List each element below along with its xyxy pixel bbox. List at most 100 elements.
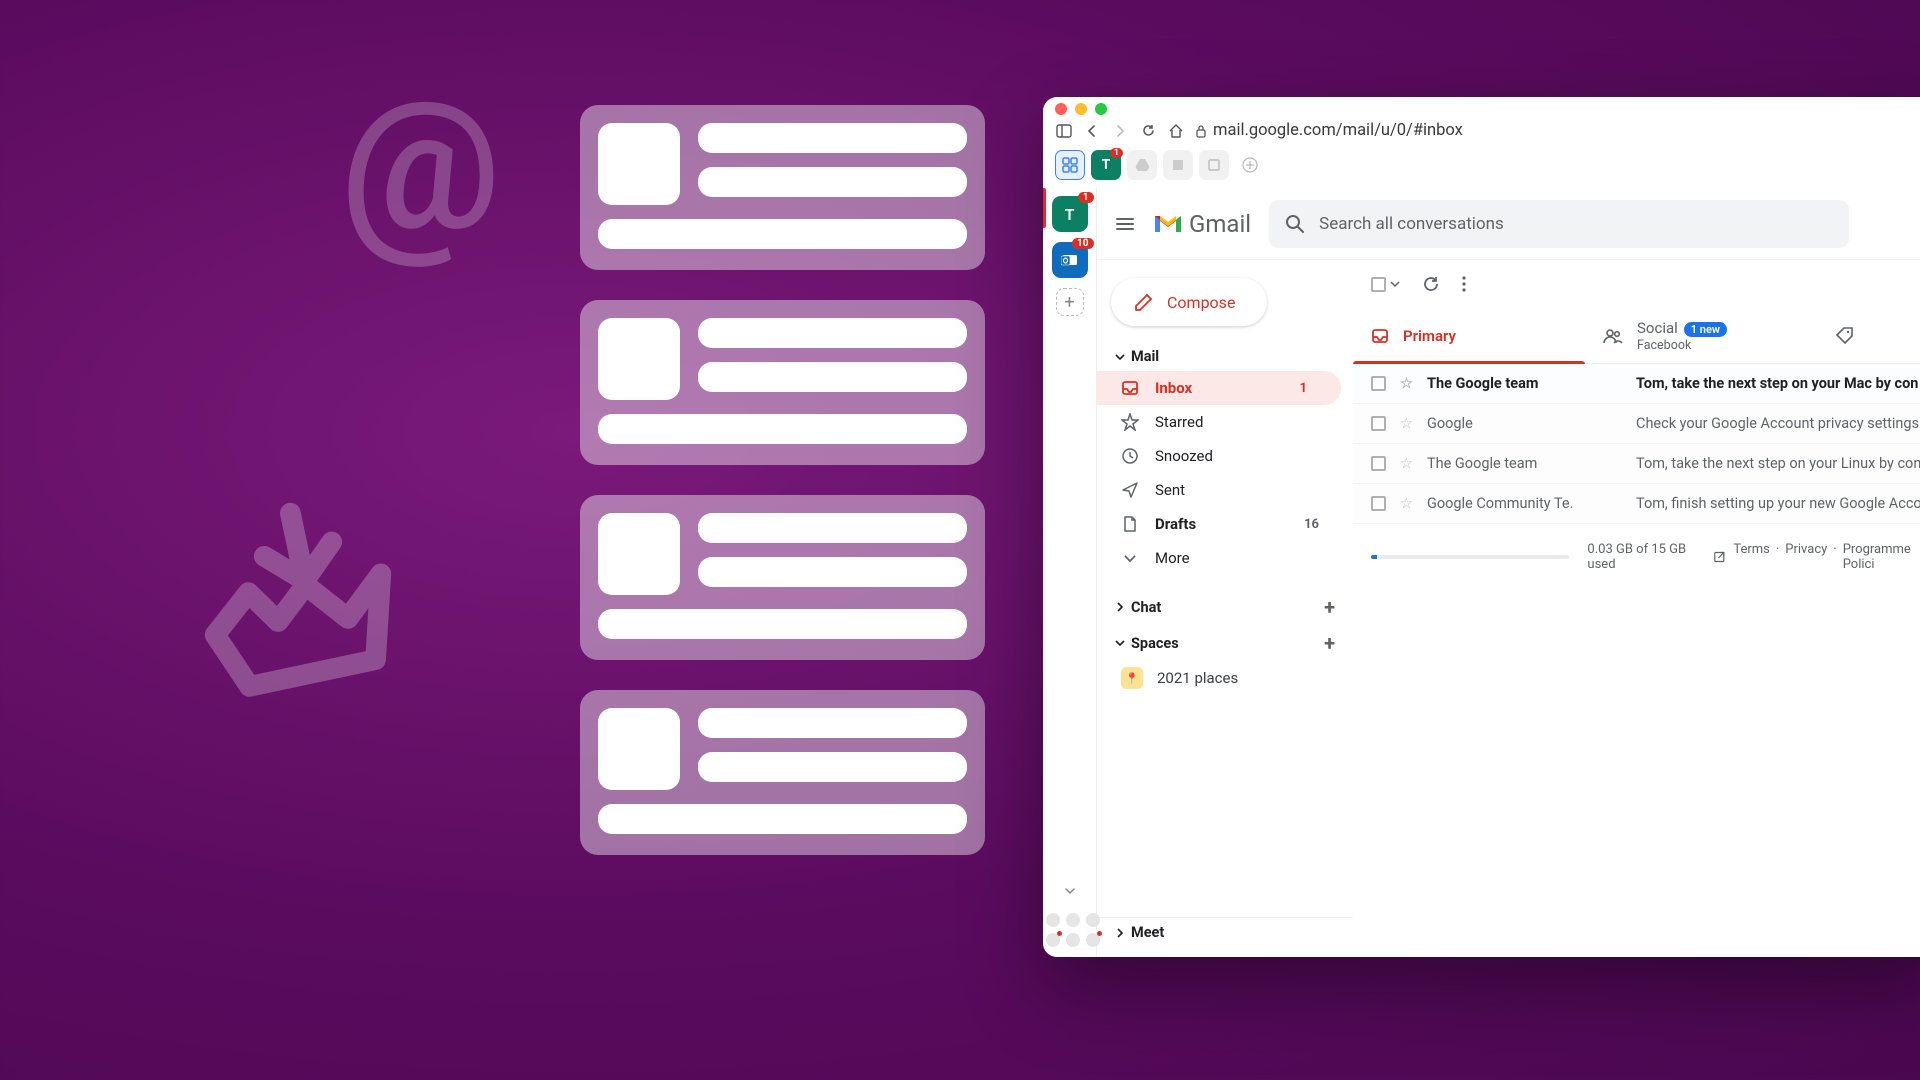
rail-collapse-icon[interactable] [1064, 887, 1076, 895]
message-card-stack [580, 105, 985, 855]
browser-tab-generic-1[interactable] [1163, 150, 1193, 180]
chat-section-label: Chat [1131, 599, 1161, 616]
rail-bottom-tools [1046, 913, 1094, 957]
nav-sent[interactable]: Sent [1097, 473, 1353, 507]
browser-tab-team[interactable]: T 1 [1091, 150, 1121, 180]
mail-section-header[interactable]: Mail [1097, 342, 1353, 371]
menu-icon[interactable] [1115, 214, 1135, 234]
clock-icon [1121, 447, 1139, 465]
email-sender: The Google team [1427, 455, 1622, 472]
email-subject: Tom, take the next step on your Linux by… [1636, 455, 1920, 472]
email-row[interactable]: ☆The Google teamTom, take the next step … [1353, 364, 1920, 404]
star-icon[interactable]: ☆ [1400, 375, 1413, 392]
rail-tool-2[interactable] [1066, 913, 1080, 927]
url-bar[interactable]: mail.google.com/mail/u/0/#inbox [1195, 121, 1463, 140]
at-sign-decoration: @ [340, 60, 501, 271]
spaces-add-button[interactable]: + [1324, 631, 1335, 655]
chevron-right-icon [1115, 928, 1125, 938]
star-icon[interactable]: ☆ [1400, 495, 1413, 512]
chevron-right-icon [1115, 602, 1125, 612]
meet-section-header[interactable]: Meet [1097, 917, 1353, 947]
nav-label: Drafts [1155, 515, 1196, 533]
rail-item-badge: 10 [1072, 238, 1093, 249]
email-row[interactable]: ☆ The Google team Tom, take the next step … [1353, 444, 1920, 484]
email-row[interactable]: ☆GoogleCheck your Google Account privacy… [1353, 404, 1920, 444]
send-icon [1121, 481, 1139, 499]
inbox-decoration-icon [188, 490, 418, 720]
rail-tool-1[interactable] [1046, 913, 1060, 927]
browser-tab-apps[interactable] [1055, 150, 1085, 180]
storage-footer: 0.03 GB of 15 GB used Terms· Privacy· Pr… [1353, 524, 1920, 590]
sidebar-toggle-icon[interactable] [1055, 122, 1073, 140]
window-titlebar [1043, 97, 1920, 111]
search-bar[interactable]: Search all conversations [1269, 200, 1849, 248]
nav-more[interactable]: More [1097, 541, 1353, 575]
email-sender: Google Community Te. [1427, 495, 1622, 512]
gmail-logo-icon [1153, 212, 1183, 236]
tag-icon [1835, 326, 1855, 346]
nav-label: More [1155, 549, 1190, 567]
rail-tool-4[interactable] [1046, 933, 1060, 947]
reload-button[interactable] [1139, 122, 1157, 140]
rail-item-outlook[interactable]: 10 [1052, 242, 1088, 278]
row-checkbox[interactable] [1371, 416, 1386, 431]
row-checkbox[interactable] [1371, 496, 1386, 511]
browser-tab-generic-2[interactable] [1199, 150, 1229, 180]
nav-label: Sent [1155, 481, 1185, 499]
search-icon [1285, 214, 1305, 234]
footer-link-terms[interactable]: Terms [1733, 542, 1770, 572]
rail-item-teams[interactable]: T 1 [1052, 196, 1088, 232]
spaces-section-header[interactable]: Spaces + [1097, 625, 1353, 661]
rail-item-badge: 1 [1078, 192, 1094, 203]
footer-link-privacy[interactable]: Privacy [1785, 542, 1827, 572]
mail-section-label: Mail [1131, 348, 1159, 365]
category-tabs: Primary Social 1 new Facebook [1353, 308, 1920, 364]
chevron-down-icon [1115, 352, 1125, 362]
forward-button[interactable] [1111, 122, 1129, 140]
chat-section-header[interactable]: Chat + [1097, 589, 1353, 625]
rail-tool-5[interactable] [1066, 933, 1080, 947]
spaces-section-label: Spaces [1131, 635, 1179, 652]
chat-add-button[interactable]: + [1324, 595, 1335, 619]
open-external-icon[interactable] [1713, 550, 1726, 564]
compose-button[interactable]: Compose [1111, 278, 1267, 326]
star-icon[interactable]: ☆ [1400, 455, 1413, 472]
nav-snoozed[interactable]: Snoozed [1097, 439, 1353, 473]
nav-drafts[interactable]: Drafts 16 [1097, 507, 1353, 541]
chevron-down-icon [1115, 638, 1125, 648]
rail-tool-6[interactable] [1086, 933, 1100, 947]
footer-link-policies[interactable]: Programme Polici [1843, 542, 1920, 572]
tab-new-badge: 1 new [1684, 322, 1727, 337]
tab-label: Social [1637, 319, 1678, 337]
gmail-logo-text: Gmail [1189, 210, 1251, 238]
tab-sublabel: Facebook [1637, 338, 1727, 353]
email-sender: The Google team [1427, 375, 1622, 392]
tab-primary[interactable]: Primary [1353, 308, 1585, 363]
rail-add-button[interactable]: + [1056, 288, 1084, 316]
email-row[interactable]: ☆Google Community Te.Tom, finish setting… [1353, 484, 1920, 524]
row-checkbox[interactable] [1371, 376, 1386, 391]
nav-starred[interactable]: Starred [1097, 405, 1353, 439]
browser-tab-drive[interactable] [1127, 150, 1157, 180]
tab-letter: T [1102, 157, 1111, 173]
email-subject: Check your Google Account privacy settin… [1636, 415, 1920, 432]
gmail-logo[interactable]: Gmail [1153, 210, 1251, 238]
home-button[interactable] [1167, 122, 1185, 140]
browser-tab-add[interactable] [1235, 150, 1265, 180]
refresh-icon[interactable] [1422, 275, 1440, 293]
nav-inbox[interactable]: Inbox 1 [1097, 371, 1341, 405]
star-icon[interactable]: ☆ [1400, 415, 1413, 432]
pencil-icon [1133, 291, 1155, 313]
rail-tool-3[interactable] [1086, 913, 1100, 927]
nav-label: Starred [1155, 413, 1203, 431]
inbox-icon [1371, 327, 1389, 345]
space-icon: 📍 [1121, 667, 1143, 689]
tab-social[interactable]: Social 1 new Facebook [1585, 308, 1817, 363]
tab-promotions[interactable] [1817, 308, 1873, 363]
gmail-header: Gmail Search all conversations [1097, 188, 1920, 260]
more-icon[interactable] [1462, 275, 1466, 293]
back-button[interactable] [1083, 122, 1101, 140]
space-item[interactable]: 📍 2021 places [1097, 661, 1353, 695]
select-all-checkbox[interactable] [1371, 277, 1400, 292]
row-checkbox[interactable] [1371, 456, 1386, 471]
